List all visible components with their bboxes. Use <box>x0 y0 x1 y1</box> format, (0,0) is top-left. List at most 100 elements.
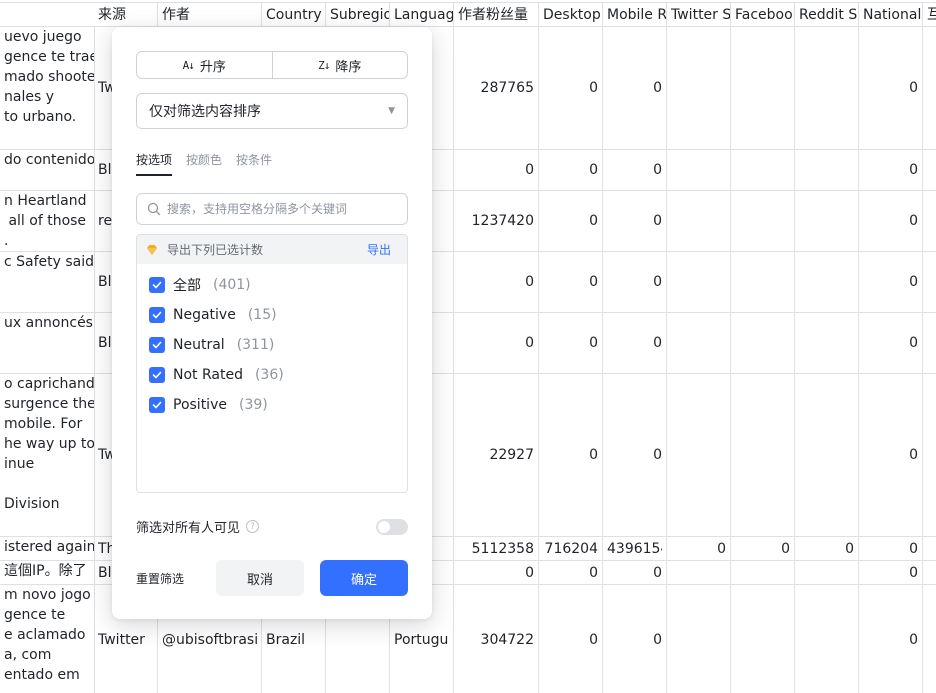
table-cell[interactable]: 22927 <box>454 374 539 537</box>
table-cell[interactable]: 0 <box>603 191 667 252</box>
table-cell[interactable]: 0 <box>859 313 923 374</box>
column-header[interactable]: Desktop <box>539 2 603 27</box>
column-header[interactable]: 作者粉丝量 <box>454 2 539 27</box>
table-cell[interactable]: 1237420 <box>454 191 539 252</box>
table-cell[interactable] <box>731 585 795 693</box>
table-cell[interactable]: 0 <box>539 252 603 313</box>
column-header[interactable]: Mobile R <box>603 2 667 27</box>
table-cell[interactable] <box>795 561 859 585</box>
filter-option[interactable]: Not Rated (36) <box>137 360 407 390</box>
table-cell[interactable]: 5112358 <box>454 537 539 561</box>
tab-by-option[interactable]: 按选项 <box>136 151 173 176</box>
table-cell[interactable] <box>667 585 731 693</box>
confirm-button[interactable]: 确定 <box>320 560 408 596</box>
table-cell[interactable]: 0 <box>454 252 539 313</box>
table-cell[interactable] <box>731 313 795 374</box>
checkbox-checked-icon[interactable] <box>149 367 165 383</box>
export-link[interactable]: 导出 <box>367 241 391 258</box>
table-cell[interactable] <box>667 374 731 537</box>
filter-option[interactable]: Positive (39) <box>137 390 407 420</box>
table-cell[interactable] <box>731 561 795 585</box>
table-cell[interactable]: 0 <box>454 150 539 191</box>
checkbox-checked-icon[interactable] <box>149 397 165 413</box>
table-cell[interactable]: 0 <box>859 561 923 585</box>
table-cell[interactable] <box>795 313 859 374</box>
column-header[interactable]: 作者 <box>158 2 262 27</box>
table-cell[interactable]: 287765 <box>454 27 539 150</box>
table-cell[interactable] <box>667 252 731 313</box>
table-cell[interactable]: 0 <box>603 561 667 585</box>
checkbox-checked-icon[interactable] <box>149 337 165 353</box>
table-cell[interactable] <box>923 191 936 252</box>
table-cell[interactable] <box>923 252 936 313</box>
column-header[interactable]: Country <box>262 2 326 27</box>
table-cell[interactable]: istered agains <box>0 537 95 561</box>
table-cell[interactable]: 0 <box>539 191 603 252</box>
table-cell[interactable] <box>667 191 731 252</box>
table-cell[interactable]: 304722 <box>454 585 539 693</box>
table-cell[interactable]: uevo juego gence te trae mado shooter na… <box>0 27 95 150</box>
table-cell[interactable]: 0 <box>667 537 731 561</box>
filter-option[interactable]: 全部 (401) <box>137 270 407 300</box>
table-cell[interactable]: 0 <box>795 537 859 561</box>
table-cell[interactable] <box>923 313 936 374</box>
table-cell[interactable] <box>667 150 731 191</box>
table-cell[interactable] <box>923 537 936 561</box>
table-cell[interactable]: 0 <box>454 561 539 585</box>
table-cell[interactable]: 0 <box>859 27 923 150</box>
help-icon[interactable]: ? <box>246 520 260 533</box>
table-cell[interactable] <box>795 191 859 252</box>
table-cell[interactable] <box>795 585 859 693</box>
table-cell[interactable]: o caprichando surgence the mobile. For h… <box>0 374 95 537</box>
column-header[interactable] <box>0 2 95 27</box>
table-cell[interactable]: 0 <box>603 150 667 191</box>
table-cell[interactable]: n Heartland all of those . <box>0 191 95 252</box>
table-cell[interactable]: do contenido, n <box>0 150 95 191</box>
table-cell[interactable]: 4396154 <box>603 537 667 561</box>
table-cell[interactable]: 0 <box>859 252 923 313</box>
filter-option[interactable]: Negative (15) <box>137 300 407 330</box>
table-cell[interactable] <box>795 252 859 313</box>
filter-option[interactable]: Neutral (311) <box>137 330 407 360</box>
table-cell[interactable]: m novo jogo gence te e aclamado a, com e… <box>0 585 95 693</box>
table-cell[interactable] <box>795 27 859 150</box>
table-cell[interactable]: 0 <box>859 374 923 537</box>
search-input[interactable] <box>167 202 397 216</box>
table-cell[interactable]: 0 <box>539 27 603 150</box>
table-cell[interactable]: 0 <box>603 374 667 537</box>
table-cell[interactable]: 0 <box>454 313 539 374</box>
sort-ascending-button[interactable]: A↓ 升序 <box>137 52 272 78</box>
table-cell[interactable] <box>923 374 936 537</box>
column-header[interactable]: Facebool <box>731 2 795 27</box>
table-cell[interactable] <box>923 27 936 150</box>
cancel-button[interactable]: 取消 <box>216 560 304 596</box>
table-cell[interactable] <box>667 313 731 374</box>
checkbox-checked-icon[interactable] <box>149 307 165 323</box>
column-header[interactable]: Twitter Sc <box>667 2 731 27</box>
table-cell[interactable] <box>795 150 859 191</box>
sort-scope-select[interactable]: 仅对筛选内容排序 ▼ <box>136 93 408 129</box>
column-header[interactable]: Reddit Sc <box>795 2 859 27</box>
table-cell[interactable] <box>731 150 795 191</box>
table-cell[interactable]: 0 <box>603 252 667 313</box>
table-cell[interactable]: 0 <box>859 537 923 561</box>
table-cell[interactable] <box>667 27 731 150</box>
table-cell[interactable]: 0 <box>603 313 667 374</box>
column-header[interactable]: 来源 <box>94 2 158 27</box>
column-header[interactable]: 互 <box>923 2 936 27</box>
table-cell[interactable] <box>731 191 795 252</box>
table-cell[interactable]: 716204 <box>539 537 603 561</box>
column-header[interactable]: National T <box>859 2 923 27</box>
reset-filter-link[interactable]: 重置筛选 <box>136 570 216 587</box>
column-header[interactable]: Subregio <box>326 2 390 27</box>
table-cell[interactable] <box>923 585 936 693</box>
table-cell[interactable]: 0 <box>539 561 603 585</box>
table-cell[interactable]: 這個IP。除了 <box>0 561 95 585</box>
checkbox-checked-icon[interactable] <box>149 277 165 293</box>
tab-by-condition[interactable]: 按条件 <box>236 151 272 176</box>
table-cell[interactable]: 0 <box>731 537 795 561</box>
table-cell[interactable]: 0 <box>539 150 603 191</box>
table-cell[interactable]: 0 <box>859 191 923 252</box>
table-cell[interactable]: 0 <box>539 585 603 693</box>
table-cell[interactable]: 0 <box>603 585 667 693</box>
